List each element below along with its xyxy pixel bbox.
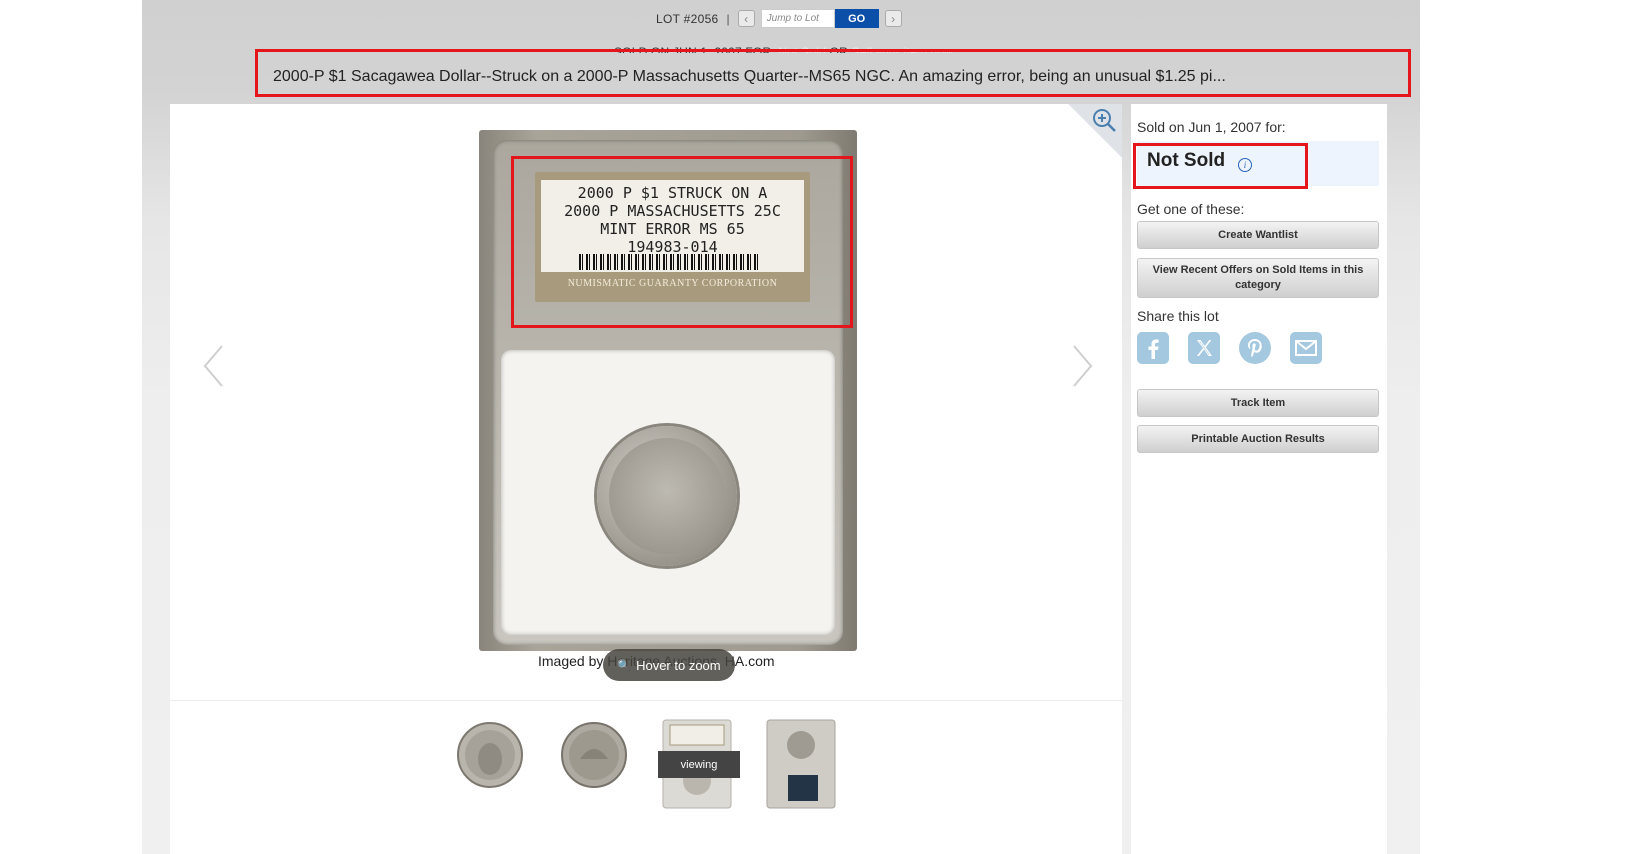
main-coin-image[interactable]: 2000 P $1 STRUCK ON A 2000 P MASSACHUSET…: [479, 130, 857, 651]
chevron-left-icon: ‹: [744, 11, 749, 26]
image-viewer-panel: 2000 P $1 STRUCK ON A 2000 P MASSACHUSET…: [170, 104, 1122, 854]
sold-summary-or: OR: [826, 45, 852, 53]
previous-lot-button[interactable]: ‹: [737, 10, 755, 27]
barcode: [579, 254, 759, 270]
magnifier-icon: 🔍: [617, 659, 632, 672]
ngc-label: 2000 P $1 STRUCK ON A 2000 P MASSACHUSET…: [535, 172, 810, 302]
share-label: Share this lot: [1137, 308, 1219, 324]
thumbnail-coin-obverse[interactable]: [454, 719, 526, 791]
coin-window: [501, 350, 835, 635]
sold-summary-prefix: SOLD ON JUN 1, 2007 FOR:: [614, 45, 775, 53]
viewing-badge: viewing: [658, 751, 740, 778]
thumbnail-coin-reverse[interactable]: [558, 719, 630, 791]
slab-holder: 2000 P $1 STRUCK ON A 2000 P MASSACHUSET…: [493, 140, 843, 645]
sale-status: Not Sold: [1147, 150, 1226, 171]
coin: [597, 426, 737, 566]
thumbnail-divider: [170, 700, 1122, 701]
email-icon[interactable]: [1290, 332, 1322, 364]
next-image-arrow-icon[interactable]: [1070, 344, 1094, 388]
lot-title: 2000-P $1 Sacagawea Dollar--Struck on a …: [273, 68, 1226, 85]
ngc-label-text: 2000 P $1 STRUCK ON A 2000 P MASSACHUSET…: [564, 184, 781, 256]
hover-to-zoom-label: Hover to zoom: [636, 657, 721, 673]
x-twitter-icon[interactable]: [1188, 332, 1220, 364]
sold-on-label: Sold on Jun 1, 2007 for:: [1137, 119, 1286, 135]
printable-auction-results-button[interactable]: Printable Auction Results: [1137, 425, 1379, 453]
go-button[interactable]: GO: [834, 9, 879, 28]
sold-summary-price-link[interactable]: Not Sold: [778, 45, 826, 53]
ngc-label-panel: 2000 P $1 STRUCK ON A 2000 P MASSACHUSET…: [541, 180, 804, 272]
chevron-right-icon: ›: [891, 11, 896, 26]
ngc-label-footer: NUMISMATIC GUARANTY CORPORATION: [567, 278, 778, 289]
sold-summary-line: SOLD ON JUN 1, 2007 FOR: Not Sold OR Sel…: [614, 42, 953, 53]
track-item-button[interactable]: Track Item: [1137, 389, 1379, 417]
zoom-in-icon[interactable]: [1092, 108, 1118, 134]
page-background: LOT #2056 | ‹ GO › SOLD ON JUN 1, 2007 F…: [142, 0, 1420, 854]
previous-image-arrow-icon[interactable]: [202, 344, 226, 388]
jump-to-lot-input[interactable]: [760, 9, 835, 28]
get-one-label: Get one of these:: [1137, 201, 1245, 217]
lot-separator: |: [726, 11, 730, 26]
lot-number: LOT #2056: [656, 11, 719, 26]
sidebar: Sold on Jun 1, 2007 for: Not Sold i Get …: [1131, 104, 1387, 854]
sell-your-item-link[interactable]: Sell your item now: [852, 45, 954, 53]
next-lot-button[interactable]: ›: [884, 10, 902, 27]
lot-navigation-bar: LOT #2056 | ‹ GO ›: [656, 9, 902, 28]
thumbnail-slab-back[interactable]: [766, 719, 836, 809]
coin-face: [609, 438, 725, 554]
hover-to-zoom-button[interactable]: 🔍 Hover to zoom: [603, 649, 735, 681]
pinterest-icon[interactable]: [1239, 332, 1271, 364]
view-recent-offers-button[interactable]: View Recent Offers on Sold Items in this…: [1137, 258, 1379, 298]
facebook-icon[interactable]: [1137, 332, 1169, 364]
info-icon[interactable]: i: [1238, 158, 1252, 172]
sale-status-panel: Not Sold i: [1137, 141, 1379, 186]
create-wantlist-button[interactable]: Create Wantlist: [1137, 221, 1379, 249]
